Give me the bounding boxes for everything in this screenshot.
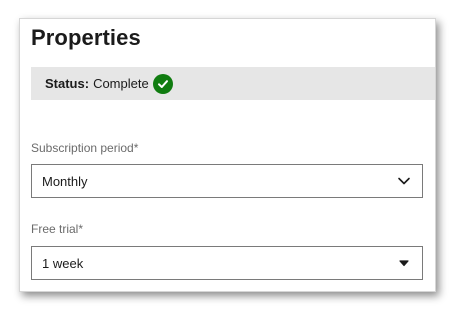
chevron-down-icon: [399, 260, 409, 267]
subscription-period-value: Monthly: [42, 173, 88, 189]
check-circle-icon: [152, 73, 173, 94]
status-bar: Status: Complete: [31, 67, 435, 100]
free-trial-label: Free trial*: [31, 222, 84, 236]
subscription-period-label: Subscription period*: [31, 141, 139, 155]
status-label: Status:: [45, 76, 90, 91]
subscription-period-select[interactable]: Monthly: [31, 164, 423, 198]
free-trial-select[interactable]: 1 week: [31, 246, 423, 280]
status-value: Complete: [93, 76, 149, 91]
free-trial-value: 1 week: [42, 255, 84, 271]
properties-panel: Properties Status: Complete Subscription…: [19, 18, 436, 292]
chevron-down-icon: [398, 177, 410, 185]
panel-title: Properties: [31, 25, 141, 50]
